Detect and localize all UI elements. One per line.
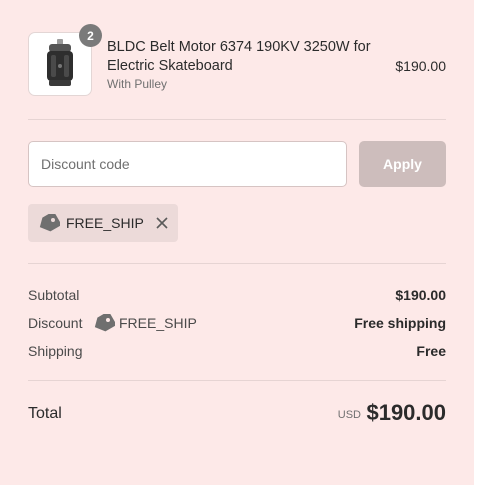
tag-icon (94, 314, 115, 332)
apply-button[interactable]: Apply (359, 141, 446, 187)
quantity-badge: 2 (79, 24, 102, 47)
applied-discount-code: FREE_SHIP (66, 215, 144, 231)
tag-icon (39, 214, 60, 232)
shipping-value: Free (416, 343, 446, 359)
discount-code-input[interactable] (28, 141, 347, 187)
cart-line-item: 2 BLDC Belt Motor 6374 190KV 3250W for E… (28, 24, 446, 98)
discount-code-tag: FREE_SHIP (93, 314, 197, 332)
product-variant: With Pulley (107, 77, 168, 91)
total-label: Total (28, 405, 62, 422)
motor-image-icon (47, 39, 73, 86)
close-icon (156, 217, 168, 229)
discount-value: Free shipping (354, 315, 446, 331)
discount-label: Discount (28, 315, 83, 331)
divider (28, 119, 446, 120)
divider (28, 380, 446, 381)
total-currency: USD (337, 409, 361, 421)
applied-discount-chip: FREE_SHIP (28, 204, 178, 242)
discount-code-label: FREE_SHIP (119, 315, 197, 331)
subtotal-label: Subtotal (28, 287, 80, 303)
divider (28, 263, 446, 264)
subtotal-value: $190.00 (395, 287, 446, 303)
remove-discount-button[interactable] (156, 217, 168, 229)
shipping-label: Shipping (28, 343, 83, 359)
product-title: BLDC Belt Motor 6374 190KV 3250W for Ele… (107, 39, 371, 74)
product-price: $190.00 (395, 58, 446, 74)
total-amount: $190.00 (366, 400, 446, 425)
